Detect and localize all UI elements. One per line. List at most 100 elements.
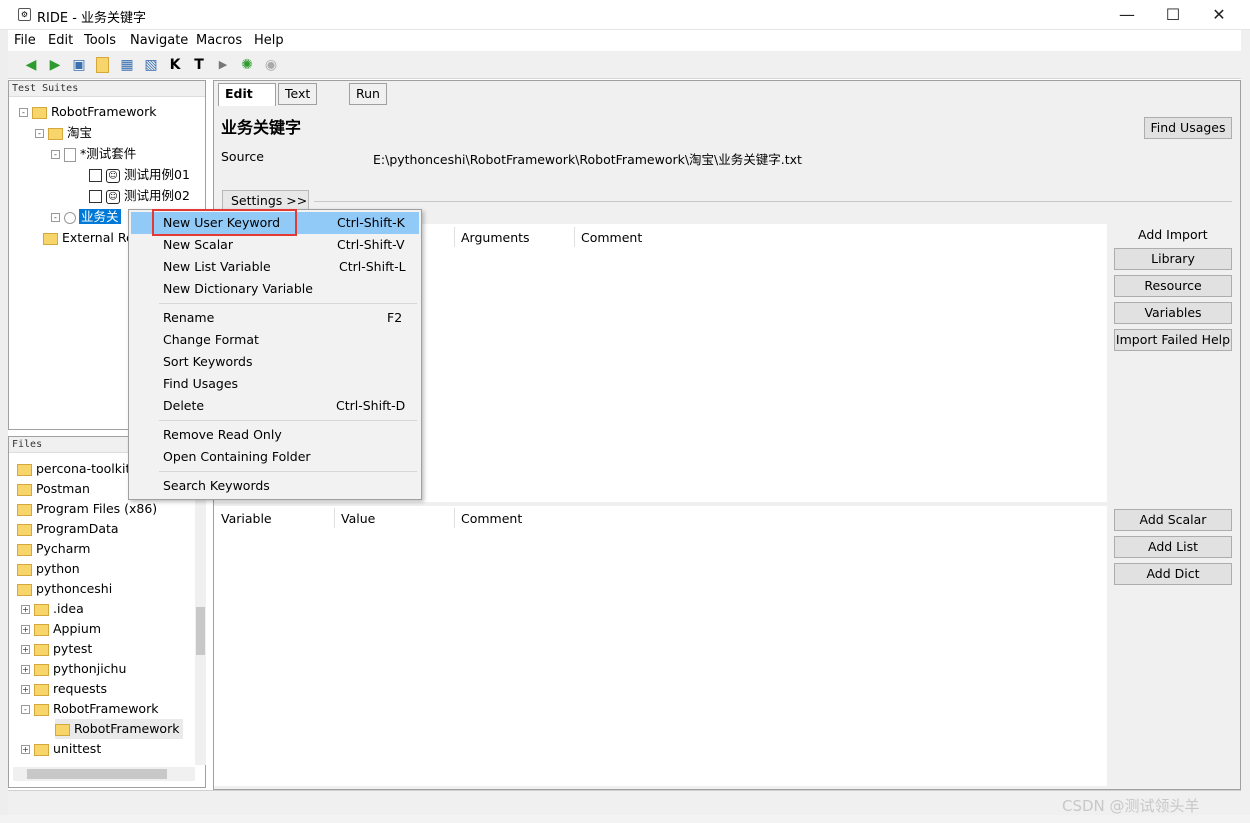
stop-icon[interactable]: ◉	[262, 56, 280, 74]
import-failed-help-button[interactable]: Import Failed Help	[1114, 329, 1232, 351]
files-vertical-scrollbar[interactable]	[195, 459, 206, 765]
collapse-icon[interactable]: -	[51, 213, 60, 222]
file-item[interactable]: Postman	[17, 479, 90, 499]
menu-item-sort-keywords[interactable]: Sort Keywords	[131, 351, 419, 373]
tab-edit[interactable]: Edit ✕	[218, 83, 276, 121]
save-all-icon[interactable]: ▧	[142, 56, 160, 74]
close-window-button[interactable]: ✕	[1196, 0, 1242, 30]
scrollbar-thumb[interactable]	[27, 769, 167, 779]
menu-item-remove-read-only[interactable]: Remove Read Only	[131, 424, 419, 446]
column-divider	[334, 508, 335, 528]
file-item[interactable]: + pytest	[21, 639, 92, 659]
expand-icon[interactable]: +	[21, 685, 30, 694]
expand-icon[interactable]: +	[21, 745, 30, 754]
column-divider	[454, 227, 455, 247]
find-usages-button[interactable]: Find Usages	[1144, 117, 1232, 139]
file-item[interactable]: ProgramData	[17, 519, 119, 539]
expand-icon[interactable]: +	[21, 665, 30, 674]
tree-item-test-case-01[interactable]: ☺ 测试用例01	[89, 166, 190, 184]
expand-icon[interactable]: +	[21, 605, 30, 614]
tree-item-robotframework[interactable]: - RobotFramework	[19, 103, 156, 121]
menu-navigate[interactable]: Navigate	[130, 33, 188, 48]
file-item[interactable]: + pythonjichu	[21, 659, 126, 679]
folder-icon	[43, 232, 58, 245]
file-item[interactable]: + .idea	[21, 599, 84, 619]
menu-item-new-list-variable[interactable]: New List Variable Ctrl-Shift-L	[131, 256, 419, 278]
source-label: Source	[221, 149, 264, 164]
menu-separator	[159, 420, 417, 421]
resource-button[interactable]: Resource	[1114, 275, 1232, 297]
source-path: E:\pythonceshi\RobotFramework\RobotFrame…	[373, 152, 802, 167]
file-item-selected[interactable]: RobotFramework	[55, 719, 184, 739]
library-button[interactable]: Library	[1114, 248, 1232, 270]
menu-macros[interactable]: Macros	[196, 33, 242, 48]
open-directory-icon[interactable]: ▣	[70, 56, 88, 74]
collapse-icon[interactable]: -	[51, 150, 60, 159]
menu-item-change-format[interactable]: Change Format	[131, 329, 419, 351]
expand-icon[interactable]: +	[21, 625, 30, 634]
file-item[interactable]: + requests	[21, 679, 107, 699]
menu-item-new-dictionary-variable[interactable]: New Dictionary Variable	[131, 278, 419, 300]
file-item[interactable]: percona-toolkit	[17, 459, 130, 479]
menu-edit[interactable]: Edit	[48, 33, 73, 48]
file-item[interactable]: - RobotFramework	[21, 699, 158, 719]
add-import-label: Add Import	[1138, 227, 1208, 242]
minimize-button[interactable]: —	[1104, 0, 1150, 30]
column-header-comment: Comment	[581, 230, 643, 245]
test-checkbox[interactable]	[89, 190, 102, 203]
menu-item-rename[interactable]: Rename F2	[131, 307, 419, 329]
menu-item-search-keywords[interactable]: Search Keywords	[131, 475, 419, 497]
tab-text-edit[interactable]: Text Edit	[278, 83, 318, 121]
add-dict-button[interactable]: Add Dict	[1114, 563, 1232, 585]
file-item[interactable]: + unittest	[21, 739, 101, 759]
collapse-icon[interactable]: -	[19, 108, 28, 117]
collapse-icon[interactable]: -	[21, 705, 30, 714]
column-header-variable: Variable	[221, 511, 272, 526]
column-header-arguments: Arguments	[461, 230, 530, 245]
bug-icon[interactable]: ✺	[238, 56, 256, 74]
file-item[interactable]: Program Files (x86)	[17, 499, 157, 519]
variable-table[interactable]: Variable Value Comment	[214, 506, 1107, 786]
desktop-edge-bottom	[0, 815, 1250, 823]
folder-icon	[55, 723, 70, 736]
search-tests-icon[interactable]: T	[190, 56, 208, 74]
resource-gear-icon	[64, 211, 76, 224]
add-list-button[interactable]: Add List	[1114, 536, 1232, 558]
search-keywords-icon[interactable]: K	[166, 56, 184, 74]
add-scalar-button[interactable]: Add Scalar	[1114, 509, 1232, 531]
maximize-button[interactable]: ☐	[1150, 0, 1196, 30]
files-horizontal-scrollbar[interactable]	[13, 767, 195, 781]
menu-help[interactable]: Help	[254, 33, 284, 48]
back-arrow-icon[interactable]: ◀	[22, 56, 40, 74]
menu-item-open-containing-folder[interactable]: Open Containing Folder	[131, 446, 419, 468]
expand-icon[interactable]: +	[21, 645, 30, 654]
run-icon[interactable]: ▶	[214, 56, 232, 74]
menu-file[interactable]: File	[14, 33, 36, 48]
annotation-highlight-box	[152, 209, 297, 236]
menu-tools[interactable]: Tools	[84, 33, 116, 48]
file-item[interactable]: + Appium	[21, 619, 101, 639]
folder-icon	[34, 643, 49, 656]
robot-icon: ☺	[106, 189, 120, 204]
tree-item-taobao[interactable]: - 淘宝	[35, 124, 92, 142]
scrollbar-thumb[interactable]	[196, 607, 205, 655]
save-icon[interactable]: ▦	[118, 56, 136, 74]
test-checkbox[interactable]	[89, 169, 102, 182]
collapse-icon[interactable]: -	[35, 129, 44, 138]
file-item[interactable]: python	[17, 559, 80, 579]
menu-item-find-usages[interactable]: Find Usages	[131, 373, 419, 395]
folder-icon	[17, 583, 32, 596]
menu-item-new-scalar[interactable]: New Scalar Ctrl-Shift-V	[131, 234, 419, 256]
file-item[interactable]: pythonceshi	[17, 579, 112, 599]
tree-item-external-resources[interactable]: External Re	[43, 229, 134, 247]
menu-item-delete[interactable]: Delete Ctrl-Shift-D	[131, 395, 419, 417]
open-folder-icon[interactable]	[96, 57, 109, 73]
tab-run[interactable]: Run	[349, 83, 387, 105]
file-item[interactable]: Pycharm	[17, 539, 91, 559]
tree-item-business-keywords[interactable]: - 业务关	[51, 208, 121, 226]
tree-item-test-suite[interactable]: - *测试套件	[51, 145, 136, 163]
column-divider	[574, 227, 575, 247]
tree-item-test-case-02[interactable]: ☺ 测试用例02	[89, 187, 190, 205]
variables-button[interactable]: Variables	[1114, 302, 1232, 324]
forward-arrow-icon[interactable]: ▶	[46, 56, 64, 74]
